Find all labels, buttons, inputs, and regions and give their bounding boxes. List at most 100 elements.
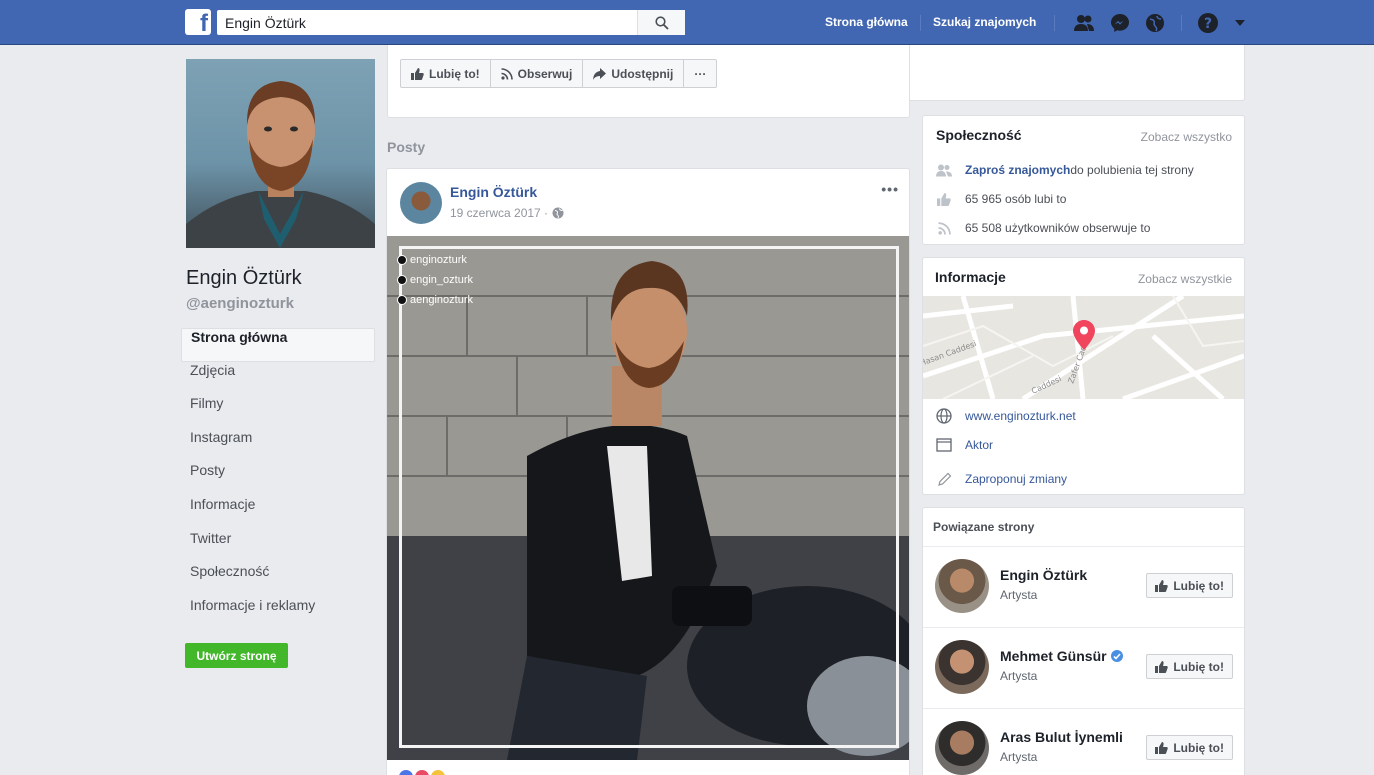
svg-text:?: ? [1204,16,1212,32]
side-nav-item-twitter[interactable]: Twitter [181,530,375,564]
related-page-item: Engin Öztürk Artysta Lubię to! [923,546,1244,626]
profile-portrait-image [186,81,375,248]
related-page-like-label: Lubię to! [1173,578,1224,593]
related-page-like-button[interactable]: Lubię to! [1146,654,1233,679]
side-nav-item-home[interactable]: Strona główna [181,328,375,362]
related-page-name[interactable]: Mehmet Günsür [1000,648,1123,664]
post-author-name[interactable]: Engin Öztürk [450,184,537,200]
more-actions-button[interactable]: ··· [683,59,718,88]
globe-icon [935,407,953,425]
follow-button[interactable]: Obserwuj [489,59,584,88]
page-side-navigation: Strona główna Zdjęcia Filmy Instagram Po… [181,328,375,630]
like-page-button[interactable]: Lubię to! [400,59,491,88]
suggest-edits-row: Zaproponuj zmiany [935,470,1067,488]
info-title: Informacje [935,269,1006,285]
post-photo-frame [399,246,899,748]
twitter-handle: engin_ozturk [397,270,473,290]
side-nav-item-community[interactable]: Społeczność [181,563,375,597]
suggest-edits-link[interactable]: Zaproponuj zmiany [965,472,1067,486]
rss-follow-icon [935,219,953,237]
related-page-name-text: Aras Bulut İynemli [1000,729,1123,745]
nav-divider [1054,15,1055,31]
related-page-like-label: Lubię to! [1173,659,1224,674]
related-pages-card: Powiązane strony Engin Öztürk Artysta Lu… [922,507,1245,775]
related-page-name-text: Engin Öztürk [1000,567,1088,583]
side-nav-item-about[interactable]: Informacje [181,496,375,530]
location-map[interactable]: Hasan Caddesi Caddesi Zafer Cad [923,296,1244,399]
likes-count-row: 65 965 osób lubi to [935,190,1066,208]
post-author-avatar[interactable] [400,182,442,224]
post-options-button[interactable]: ••• [881,181,899,197]
follow-label: Obserwuj [517,66,573,81]
post-card: Engin Öztürk 19 czerwca 2017 · ••• engin… [386,168,910,775]
related-page-avatar[interactable] [935,721,989,775]
search-input[interactable] [217,10,637,35]
related-page-like-button[interactable]: Lubię to! [1146,573,1233,598]
side-nav-item-instagram[interactable]: Instagram [181,429,375,463]
community-card: Społeczność Zobacz wszystko Zaproś znajo… [922,115,1245,245]
search-button[interactable] [637,10,685,35]
invite-friends-link[interactable]: Zaproś znajomych [965,163,1070,177]
help-icon[interactable]: ? [1197,12,1219,34]
related-page-name[interactable]: Engin Öztürk [1000,567,1087,583]
related-page-item: Mehmet Günsür Artysta Lubię to! [923,627,1244,707]
community-see-all-link[interactable]: Zobacz wszystko [1141,130,1232,144]
page-handle[interactable]: @aenginozturk [186,295,294,312]
like-reaction-icon [399,770,413,775]
post-photo[interactable]: enginozturk engin_ozturk aenginozturk [387,236,909,760]
invite-friends-row: Zaproś znajomych do polubienia tej stron… [935,161,1194,179]
more-actions-label: ··· [694,66,707,81]
related-page-avatar[interactable] [935,640,989,694]
map-pin-icon [1073,320,1095,350]
post-photo-social-handles: enginozturk engin_ozturk aenginozturk [397,250,473,310]
category-link[interactable]: Aktor [965,438,993,452]
facebook-logo[interactable]: f [185,9,211,37]
info-see-all-link[interactable]: Zobacz wszystkie [1138,272,1232,286]
share-button[interactable]: Udostępnij [582,59,685,88]
instagram-handle-text: enginozturk [410,254,467,266]
twitter-handle-text: engin_ozturk [410,274,473,286]
side-nav-item-videos[interactable]: Filmy [181,395,375,429]
globe-privacy-icon [552,207,564,219]
facebook-handle-text: aenginozturk [410,294,473,306]
posts-section-title: Posty [387,139,426,155]
notifications-globe-icon[interactable] [1144,12,1166,34]
related-page-category: Artysta [1000,669,1038,683]
followers-count: 65 508 użytkowników obserwuje to [965,221,1151,235]
related-page-like-button[interactable]: Lubię to! [1146,735,1233,760]
account-menu-chevron-icon[interactable] [1229,12,1251,34]
likes-count: 65 965 osób lubi to [965,192,1067,206]
search-icon [654,15,669,30]
side-nav-item-posts[interactable]: Posty [181,462,375,496]
profile-picture[interactable] [186,59,375,248]
share-label: Udostępnij [611,66,674,81]
create-page-button[interactable]: Utwórz stronę [185,643,288,668]
cover-strip [910,45,1245,101]
side-nav-item-info-and-ads[interactable]: Informacje i reklamy [181,597,375,631]
related-page-name[interactable]: Aras Bulut İynemli [1000,729,1123,745]
category-row: Aktor [935,436,993,454]
thumbs-up-icon [935,190,953,208]
pencil-icon [935,470,953,488]
website-link[interactable]: www.enginozturk.net [965,409,1076,423]
post-date[interactable]: 19 czerwca 2017 · [450,206,548,220]
invite-friends-icon [935,161,953,179]
related-page-avatar[interactable] [935,559,989,613]
thumbs-up-icon [1155,660,1169,673]
nav-divider [1181,15,1182,31]
side-nav-item-photos[interactable]: Zdjęcia [181,362,375,396]
instagram-icon [397,255,407,265]
verified-badge-icon [1110,650,1123,662]
messenger-icon[interactable] [1109,12,1131,34]
wow-reaction-icon [431,770,445,775]
related-page-category: Artysta [1000,750,1038,764]
friend-requests-icon[interactable] [1073,12,1095,34]
top-navigation-bar: f Strona główna Szukaj znajomych ? [0,0,1374,45]
share-arrow-icon [593,67,607,80]
nav-find-friends-link[interactable]: Szukaj znajomych [933,15,1036,29]
page-name: Engin Öztürk [186,267,302,289]
post-reactions-summary[interactable] [399,770,445,775]
thumbs-up-icon [1155,579,1169,592]
nav-home-link[interactable]: Strona główna [825,15,908,29]
nav-divider [920,15,921,31]
